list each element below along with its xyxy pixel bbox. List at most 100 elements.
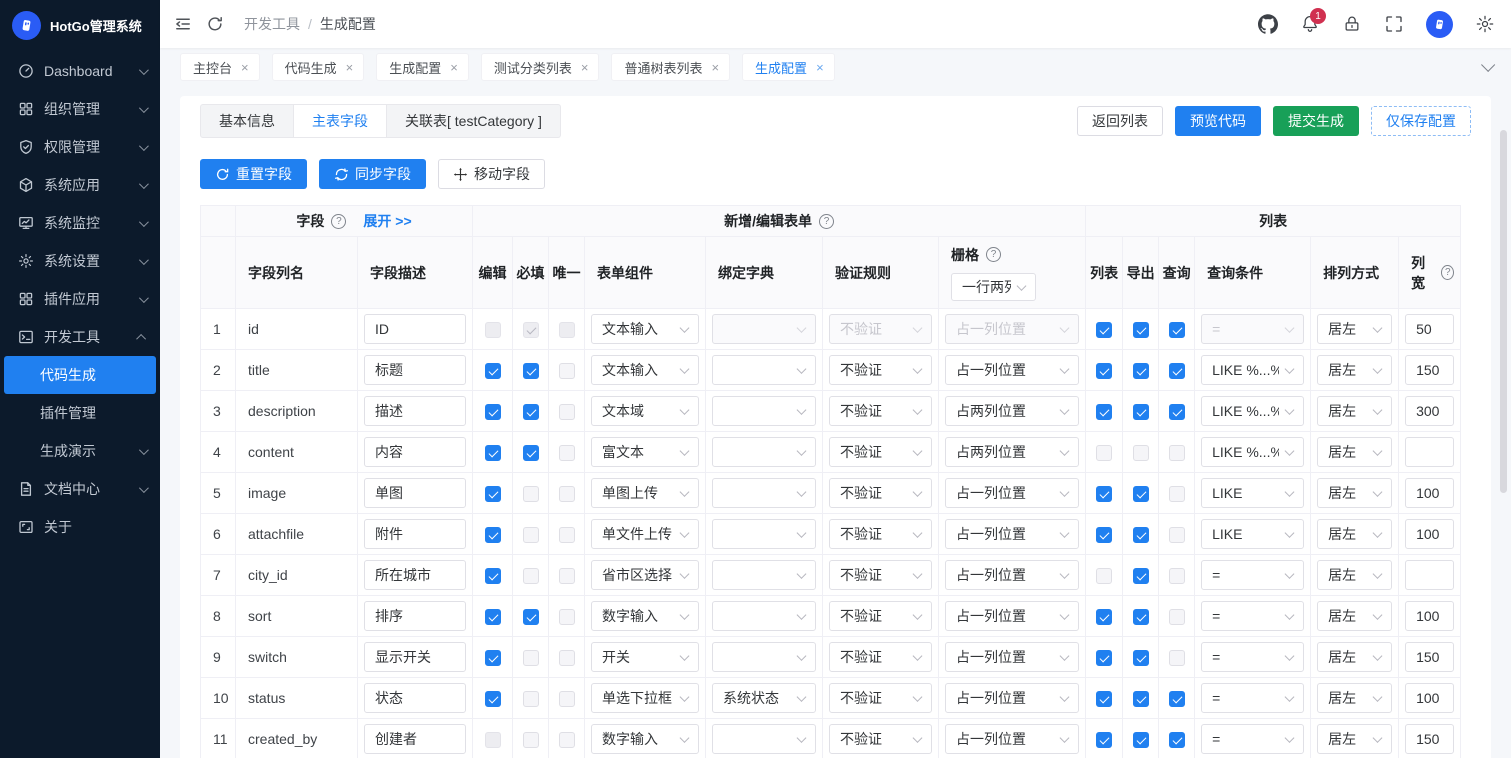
- sidebar-subitem-7-0[interactable]: 代码生成: [4, 356, 156, 394]
- required-checkbox[interactable]: [523, 609, 539, 625]
- unique-checkbox[interactable]: [559, 609, 575, 625]
- page-tab-1[interactable]: 代码生成×: [272, 53, 365, 81]
- preview-code-button[interactable]: 预览代码: [1175, 106, 1261, 136]
- save-config-only-button[interactable]: 仅保存配置: [1371, 106, 1471, 136]
- list-checkbox[interactable]: [1096, 527, 1112, 543]
- bell-icon[interactable]: 1: [1300, 14, 1320, 34]
- grid-select[interactable]: 占一列位置: [945, 355, 1079, 385]
- desc-input[interactable]: 标题: [364, 355, 466, 385]
- edit-checkbox[interactable]: [485, 527, 501, 543]
- list-checkbox[interactable]: [1096, 404, 1112, 420]
- desc-input[interactable]: 状态: [364, 683, 466, 713]
- sidebar-item-2[interactable]: 权限管理: [0, 128, 160, 166]
- width-input[interactable]: 100: [1405, 519, 1454, 549]
- component-select[interactable]: 数字输入: [591, 724, 699, 754]
- panel-tab-0[interactable]: 基本信息: [200, 104, 294, 138]
- back-to-list-button[interactable]: 返回列表: [1077, 106, 1163, 136]
- width-input[interactable]: 100: [1405, 601, 1454, 631]
- desc-input[interactable]: 显示开关: [364, 642, 466, 672]
- grid-select[interactable]: 占一列位置: [945, 601, 1079, 631]
- query-checkbox[interactable]: [1169, 527, 1185, 543]
- dict-select[interactable]: [712, 478, 816, 508]
- export-checkbox[interactable]: [1133, 609, 1149, 625]
- component-select[interactable]: 省市区选择: [591, 560, 699, 590]
- rule-select[interactable]: 不验证: [829, 724, 932, 754]
- grid-select[interactable]: 占两列位置: [945, 437, 1079, 467]
- dict-select[interactable]: [712, 437, 816, 467]
- export-checkbox[interactable]: [1133, 404, 1149, 420]
- align-select[interactable]: 居左: [1317, 519, 1392, 549]
- export-checkbox[interactable]: [1133, 363, 1149, 379]
- required-checkbox[interactable]: [523, 568, 539, 584]
- github-icon[interactable]: [1258, 14, 1278, 34]
- list-checkbox[interactable]: [1096, 568, 1112, 584]
- edit-checkbox[interactable]: [485, 650, 501, 666]
- grid-layout-select[interactable]: 一行两列: [951, 273, 1036, 301]
- rule-select[interactable]: 不验证: [829, 683, 932, 713]
- grid-select[interactable]: 占一列位置: [945, 642, 1079, 672]
- unique-checkbox[interactable]: [559, 363, 575, 379]
- query-checkbox[interactable]: [1169, 650, 1185, 666]
- sidebar-item-1[interactable]: 组织管理: [0, 90, 160, 128]
- dict-select[interactable]: [712, 519, 816, 549]
- component-select[interactable]: 单图上传: [591, 478, 699, 508]
- grid-select[interactable]: 占一列位置: [945, 724, 1079, 754]
- align-select[interactable]: 居左: [1317, 724, 1392, 754]
- desc-input[interactable]: 所在城市: [364, 560, 466, 590]
- list-checkbox[interactable]: [1096, 609, 1112, 625]
- unique-checkbox[interactable]: [559, 404, 575, 420]
- edit-checkbox[interactable]: [485, 691, 501, 707]
- dict-select[interactable]: 系统状态: [712, 683, 816, 713]
- unique-checkbox[interactable]: [559, 691, 575, 707]
- export-checkbox[interactable]: [1133, 322, 1149, 338]
- tab-close-icon[interactable]: ×: [450, 61, 458, 74]
- width-input[interactable]: [1405, 560, 1454, 590]
- grid-select[interactable]: 占一列位置: [945, 560, 1079, 590]
- rule-select[interactable]: 不验证: [829, 355, 932, 385]
- sidebar-item-8[interactable]: 文档中心: [0, 470, 160, 508]
- rule-select[interactable]: 不验证: [829, 396, 932, 426]
- query-checkbox[interactable]: [1169, 445, 1185, 461]
- list-checkbox[interactable]: [1096, 650, 1112, 666]
- edit-checkbox[interactable]: [485, 609, 501, 625]
- component-select[interactable]: 文本输入: [591, 314, 699, 344]
- component-select[interactable]: 富文本: [591, 437, 699, 467]
- menu-collapse-icon[interactable]: [174, 15, 192, 33]
- query-checkbox[interactable]: [1169, 691, 1185, 707]
- vertical-scrollbar-thumb[interactable]: [1500, 130, 1507, 493]
- edit-checkbox[interactable]: [485, 486, 501, 502]
- width-input[interactable]: 150: [1405, 724, 1454, 754]
- refresh-icon[interactable]: [206, 15, 224, 33]
- expand-link[interactable]: 展开 >>: [363, 211, 411, 231]
- width-input[interactable]: 300: [1405, 396, 1454, 426]
- unique-checkbox[interactable]: [559, 732, 575, 748]
- query-checkbox[interactable]: [1169, 363, 1185, 379]
- grid-select[interactable]: 占一列位置: [945, 683, 1079, 713]
- sync-fields-button[interactable]: 同步字段: [319, 159, 426, 189]
- panel-tab-2[interactable]: 关联表[ testCategory ]: [387, 104, 561, 138]
- component-select[interactable]: 单文件上传: [591, 519, 699, 549]
- desc-input[interactable]: 附件: [364, 519, 466, 549]
- unique-checkbox[interactable]: [559, 486, 575, 502]
- component-select[interactable]: 单选下拉框: [591, 683, 699, 713]
- sidebar-item-4[interactable]: 系统监控: [0, 204, 160, 242]
- rule-select[interactable]: 不验证: [829, 642, 932, 672]
- user-avatar[interactable]: [1426, 11, 1453, 38]
- cond-select[interactable]: =: [1201, 601, 1304, 631]
- export-checkbox[interactable]: [1133, 568, 1149, 584]
- export-checkbox[interactable]: [1133, 527, 1149, 543]
- cond-select[interactable]: LIKE: [1201, 478, 1304, 508]
- unique-checkbox[interactable]: [559, 445, 575, 461]
- rule-select[interactable]: 不验证: [829, 437, 932, 467]
- align-select[interactable]: 居左: [1317, 478, 1392, 508]
- export-checkbox[interactable]: [1133, 486, 1149, 502]
- sidebar-item-3[interactable]: 系统应用: [0, 166, 160, 204]
- list-checkbox[interactable]: [1096, 322, 1112, 338]
- width-input[interactable]: 50: [1405, 314, 1454, 344]
- list-checkbox[interactable]: [1096, 445, 1112, 461]
- dict-select[interactable]: [712, 642, 816, 672]
- align-select[interactable]: 居左: [1317, 683, 1392, 713]
- component-select[interactable]: 文本域: [591, 396, 699, 426]
- export-checkbox[interactable]: [1133, 691, 1149, 707]
- align-select[interactable]: 居左: [1317, 437, 1392, 467]
